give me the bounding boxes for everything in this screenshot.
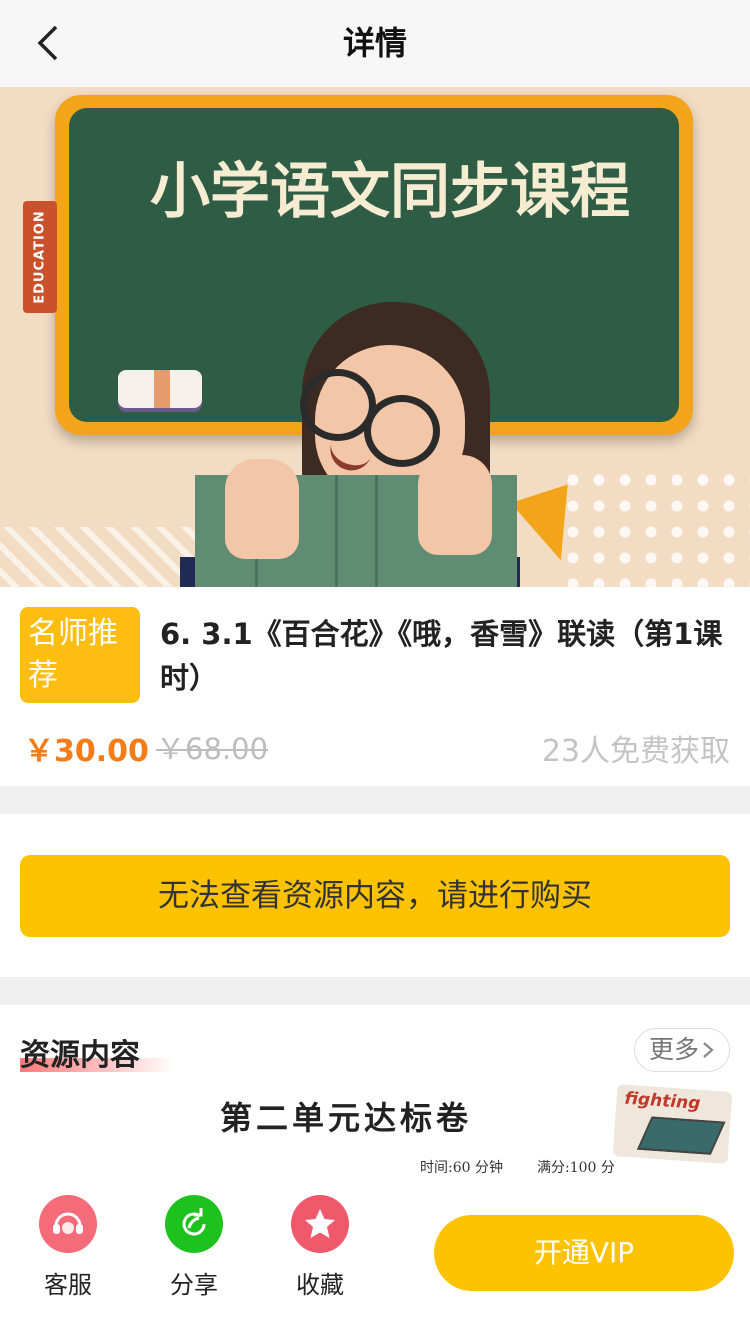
star-icon — [291, 1195, 349, 1253]
document-preview-meta: 时间:60 分钟 满分:100 分 — [420, 1157, 649, 1177]
open-vip-button[interactable]: 开通VIP — [434, 1215, 734, 1291]
education-tag-text: EDUCATION — [32, 210, 48, 304]
fighting-sticker: fighting — [612, 1084, 733, 1164]
left-hand — [225, 459, 299, 559]
original-price: ￥68.00 — [156, 732, 269, 766]
document-score: 满分:100 分 — [536, 1160, 615, 1176]
share-button[interactable]: 分享 — [149, 1195, 239, 1300]
current-price: ￥30.00 — [24, 734, 149, 769]
basketball-court-icon — [636, 1116, 726, 1155]
page-title: 详情 — [342, 24, 407, 62]
banner-dots — [560, 467, 750, 587]
section-divider — [0, 786, 750, 814]
favorite-label: 收藏 — [296, 1271, 344, 1299]
section-divider — [0, 977, 750, 1005]
share-icon — [165, 1195, 223, 1253]
banner-title: 小学语文同步课程 — [150, 157, 630, 227]
right-hand — [418, 455, 492, 555]
customer-service-button[interactable]: 客服 — [23, 1195, 113, 1300]
sticker-text: fighting — [623, 1088, 702, 1114]
more-label: 更多 — [648, 1035, 699, 1064]
share-label: 分享 — [170, 1271, 218, 1299]
more-button[interactable]: 更多 — [634, 1028, 730, 1072]
chevron-right-icon — [703, 1042, 714, 1058]
headset-icon — [39, 1195, 97, 1253]
document-time: 时间:60 分钟 — [420, 1160, 503, 1176]
favorite-button[interactable]: 收藏 — [275, 1195, 365, 1300]
eraser-icon — [118, 370, 202, 408]
customer-service-label: 客服 — [44, 1271, 92, 1299]
course-title: 6. 3.1《百合花》《哦，香雪》联读（第1课时） — [160, 617, 723, 695]
document-preview-title: 第二单元达标卷 — [220, 1099, 473, 1137]
glasses-right — [364, 395, 440, 467]
purchase-notice-button[interactable]: 无法查看资源内容，请进行购买 — [20, 855, 730, 937]
banner-stripes — [0, 527, 200, 587]
education-tag: EDUCATION — [23, 201, 57, 313]
course-banner-image: EDUCATION 小学语文同步课程 — [0, 87, 750, 587]
nav-bar: 详情 — [0, 0, 750, 87]
resource-section-title: 资源内容 — [20, 1038, 140, 1073]
teacher-recommend-badge: 名师推荐 — [20, 607, 140, 703]
free-acquire-count: 23人免费获取 — [541, 734, 730, 769]
